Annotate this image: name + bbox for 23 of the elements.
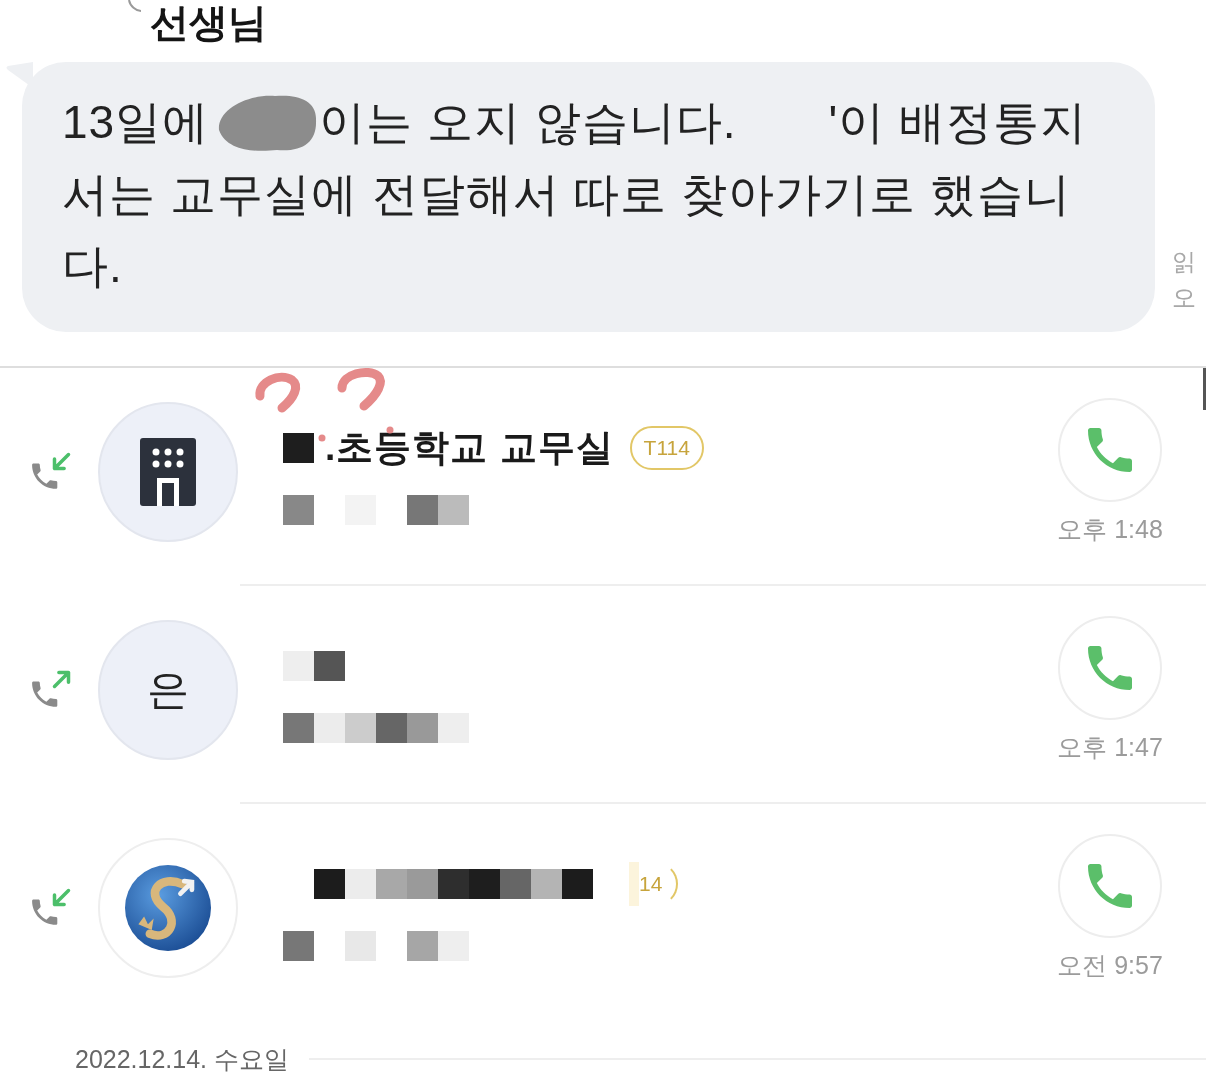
caller-tag: 14: [627, 862, 679, 906]
globe-logo-icon: [125, 865, 211, 951]
phone-icon: [1088, 646, 1132, 690]
message-text: 다.: [62, 239, 123, 294]
contact-avatar: 은: [98, 620, 238, 760]
message-time: 오: [1172, 283, 1196, 313]
message-text: 서는 교무실에 전달해서 따로 찾아가기로 했습니: [62, 167, 1071, 222]
call-time: 오전 9:57: [1057, 950, 1163, 980]
phone-icon: [1088, 428, 1132, 472]
call-time: 오후 1:47: [1057, 732, 1163, 762]
message-text: 13일에: [62, 95, 210, 150]
scrollbar: [1203, 368, 1206, 410]
building-icon: [140, 438, 196, 506]
message-text: '이 배정통지: [828, 95, 1088, 150]
avatar-edge-icon: [128, 0, 142, 12]
message-text: 이는 오지 않습니다.: [319, 95, 737, 150]
contact-name: .초등학교 교무실: [325, 426, 614, 470]
date-header: 2022.12.14. 수요일: [75, 1043, 289, 1075]
call-time: 오후 1:48: [1057, 514, 1163, 544]
phone-icon: [1088, 864, 1132, 908]
read-status: 읽: [1172, 247, 1196, 277]
caller-tag: T114: [629, 426, 704, 470]
sender-name: 선생님: [150, 0, 267, 46]
